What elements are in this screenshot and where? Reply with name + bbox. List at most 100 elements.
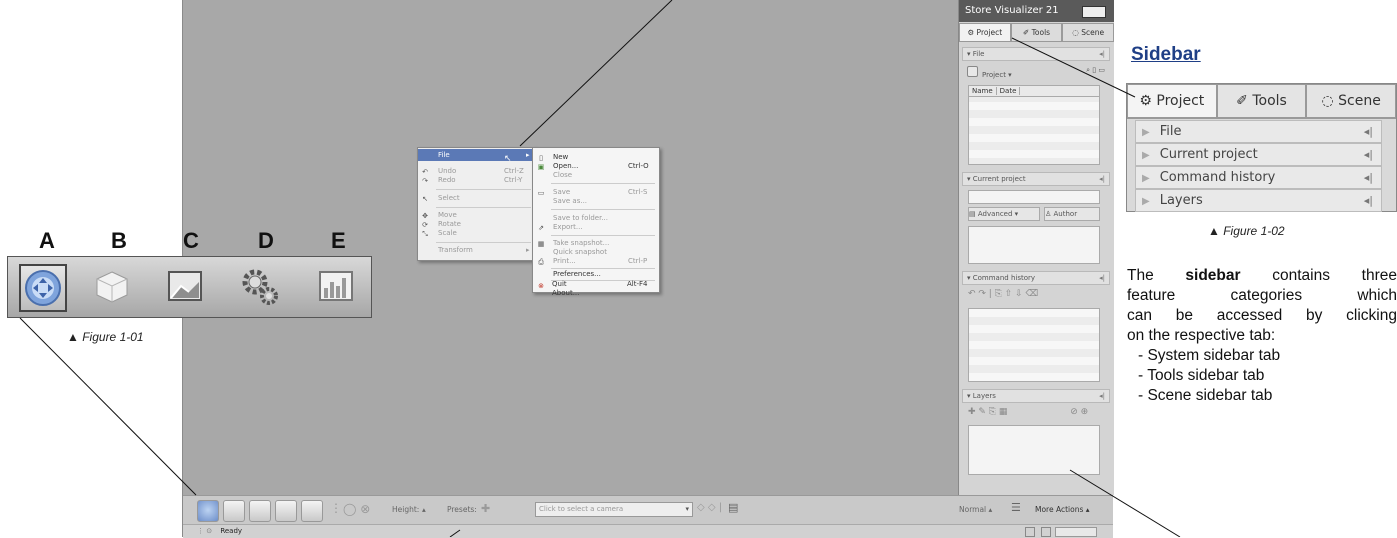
chart-icon[interactable]	[301, 500, 323, 522]
tab-project[interactable]: ⚙ Project	[959, 23, 1011, 41]
menu-item-preferences[interactable]: Preferences...	[553, 270, 601, 278]
pin-icon[interactable]: ◂|	[1364, 167, 1373, 188]
navigate-icon[interactable]	[197, 500, 219, 522]
height-stepper[interactable]: ▴	[422, 505, 426, 514]
pin-icon[interactable]: ◂|	[1364, 144, 1373, 165]
file-toolbar-icons[interactable]: ⌕ ▯ ▭	[1086, 66, 1105, 75]
new-file-icon: ▯	[539, 154, 543, 162]
tab-tools[interactable]: ✐ Tools	[1010, 23, 1063, 41]
preset-nav-icons[interactable]: ◇ ◇ |	[697, 502, 722, 513]
filmstrip-icon[interactable]: ▤	[728, 501, 738, 514]
section-row-current-project[interactable]: ▶ Current project ◂|	[1135, 143, 1382, 166]
section-command-history-header[interactable]: ▾ Command history ◂|	[962, 271, 1110, 285]
menu-item-select[interactable]: Select	[438, 194, 460, 202]
window-controls-icon[interactable]	[1082, 6, 1106, 18]
pin-icon[interactable]: ◂|	[1099, 48, 1105, 60]
history-toolbar-icons[interactable]: ↶ ↷ | ⎘ ⇧ ⇩ ⌫	[968, 289, 1103, 301]
settings-button[interactable]	[237, 264, 281, 308]
bar-chart-icon	[319, 271, 353, 301]
menu-item-file-highlight[interactable]	[418, 149, 535, 161]
figure-letter-c: C	[183, 228, 199, 253]
pin-icon[interactable]: ◂|	[1099, 272, 1105, 284]
description-list: - System sidebar tab - Tools sidebar tab…	[1127, 346, 1397, 406]
pin-icon[interactable]: ◂|	[1099, 173, 1105, 185]
panel-titlebar: Store Visualizer 21	[959, 0, 1114, 22]
expand-arrow-icon: ▶	[1142, 196, 1150, 207]
project-notes-area[interactable]	[968, 226, 1100, 264]
section-layers-header[interactable]: ▾ Layers ◂|	[962, 389, 1110, 403]
menu-item-file[interactable]: File	[438, 151, 450, 159]
menu-item-quick-snapshot[interactable]: Quick snapshot	[553, 248, 607, 256]
project-name-field[interactable]	[968, 190, 1100, 204]
pin-icon[interactable]: ◂|	[1364, 121, 1373, 142]
menu-item-transform[interactable]: Transform	[438, 246, 473, 254]
menu-item-print[interactable]: Print...	[553, 257, 576, 265]
camera-select[interactable]: Click to select a camera ▾	[535, 502, 693, 517]
column-date[interactable]: Date	[996, 87, 1021, 95]
column-name[interactable]: Name	[969, 87, 997, 95]
circle-tool-icon[interactable]: ◯ ⊗	[343, 502, 370, 516]
tab-scene[interactable]: ◌ Scene	[1062, 23, 1115, 41]
shortcut-quit: Alt-F4	[627, 280, 648, 288]
menu-item-quit[interactable]: Quit	[552, 280, 567, 288]
cube-view-icon[interactable]	[223, 500, 245, 522]
tab-tools[interactable]: ✐ Tools	[1216, 84, 1307, 118]
menu-item-close[interactable]: Close	[553, 171, 572, 179]
submenu-arrow-icon: ▸	[526, 151, 530, 159]
author-button[interactable]: ♙ Author	[1044, 207, 1100, 221]
undo-icon: ↶	[422, 168, 428, 176]
menu-item-save[interactable]: Save	[553, 188, 570, 196]
menu-item-redo[interactable]: Redo	[438, 176, 456, 184]
description-line-3: can be accessed by clicking	[1127, 307, 1397, 324]
gears-icon[interactable]	[275, 500, 297, 522]
add-preset-icon[interactable]: ✚	[481, 502, 490, 515]
section-row-layers[interactable]: ▶ Layers ◂|	[1135, 189, 1382, 212]
sidebar-description: The sidebar contains three feature categ…	[1127, 266, 1397, 406]
more-actions-button[interactable]: More Actions ▴	[1035, 505, 1090, 514]
navigate-button[interactable]	[19, 264, 67, 312]
tab-scene[interactable]: ◌ Scene	[1306, 84, 1397, 118]
status-bar: ⋮ ⊙ Ready	[183, 524, 1113, 538]
pin-icon[interactable]: ◂|	[1099, 390, 1105, 402]
project-dropdown[interactable]: Project	[982, 71, 1006, 79]
presets-label: Presets:	[447, 505, 477, 514]
figure-1-02-sidebar: ⚙ Project ✐ Tools ◌ Scene ▶ File ◂| ▶ Curre…	[1126, 83, 1397, 212]
menu-item-undo[interactable]: Undo	[438, 167, 456, 175]
section-row-command-history[interactable]: ▶ Command history ◂|	[1135, 166, 1382, 189]
menu-item-save-as[interactable]: Save as...	[553, 197, 587, 205]
mode-select[interactable]: Normal ▴	[959, 505, 992, 514]
advanced-dropdown[interactable]: ▤ Advanced ▾	[968, 207, 1040, 221]
sidebar-heading: Sidebar	[1131, 44, 1201, 65]
rotate-icon: ⟳	[422, 221, 428, 229]
section-current-project-header[interactable]: ▾ Current project ◂|	[962, 172, 1110, 186]
menu-item-export[interactable]: Export...	[553, 223, 583, 231]
menu-separator	[551, 268, 655, 269]
image-icon	[168, 271, 202, 301]
menu-item-scale[interactable]: Scale	[438, 229, 457, 237]
tab-project[interactable]: ⚙ Project	[1127, 84, 1217, 118]
image-icon[interactable]	[249, 500, 271, 522]
menu-item-about[interactable]: About...	[552, 289, 579, 297]
section-row-file[interactable]: ▶ File ◂|	[1135, 120, 1382, 143]
expand-arrow-icon: ▶	[1142, 127, 1150, 138]
menu-item-new[interactable]: New	[553, 153, 568, 161]
menu-item-take-snapshot[interactable]: Take snapshot...	[553, 239, 609, 247]
progress-bar	[1055, 527, 1097, 537]
cube-view-button[interactable]	[90, 264, 134, 308]
menu-item-open[interactable]: Open...	[553, 162, 578, 170]
statistics-button[interactable]	[314, 264, 358, 308]
move-icon: ✥	[422, 212, 428, 220]
gears-icon	[242, 269, 278, 305]
layers-list[interactable]	[968, 425, 1100, 475]
pin-icon[interactable]: ◂|	[1364, 190, 1373, 211]
menu-item-rotate[interactable]: Rotate	[438, 220, 461, 228]
image-button[interactable]	[163, 264, 207, 308]
layers-toolbar-icons[interactable]: ✚ ✎ ⎘ ▦ ⊘ ⊕	[968, 407, 1103, 419]
menu-item-move[interactable]: Move	[438, 211, 457, 219]
command-history-list[interactable]	[968, 308, 1100, 382]
section-file-header[interactable]: ▾ File ◂|	[962, 47, 1110, 61]
shortcut-open: Ctrl-O	[628, 162, 649, 170]
list-icon[interactable]: ☰	[1011, 501, 1021, 514]
project-file-table[interactable]: Name Date	[968, 85, 1100, 165]
menu-item-save-to-folder[interactable]: Save to folder...	[553, 214, 608, 222]
